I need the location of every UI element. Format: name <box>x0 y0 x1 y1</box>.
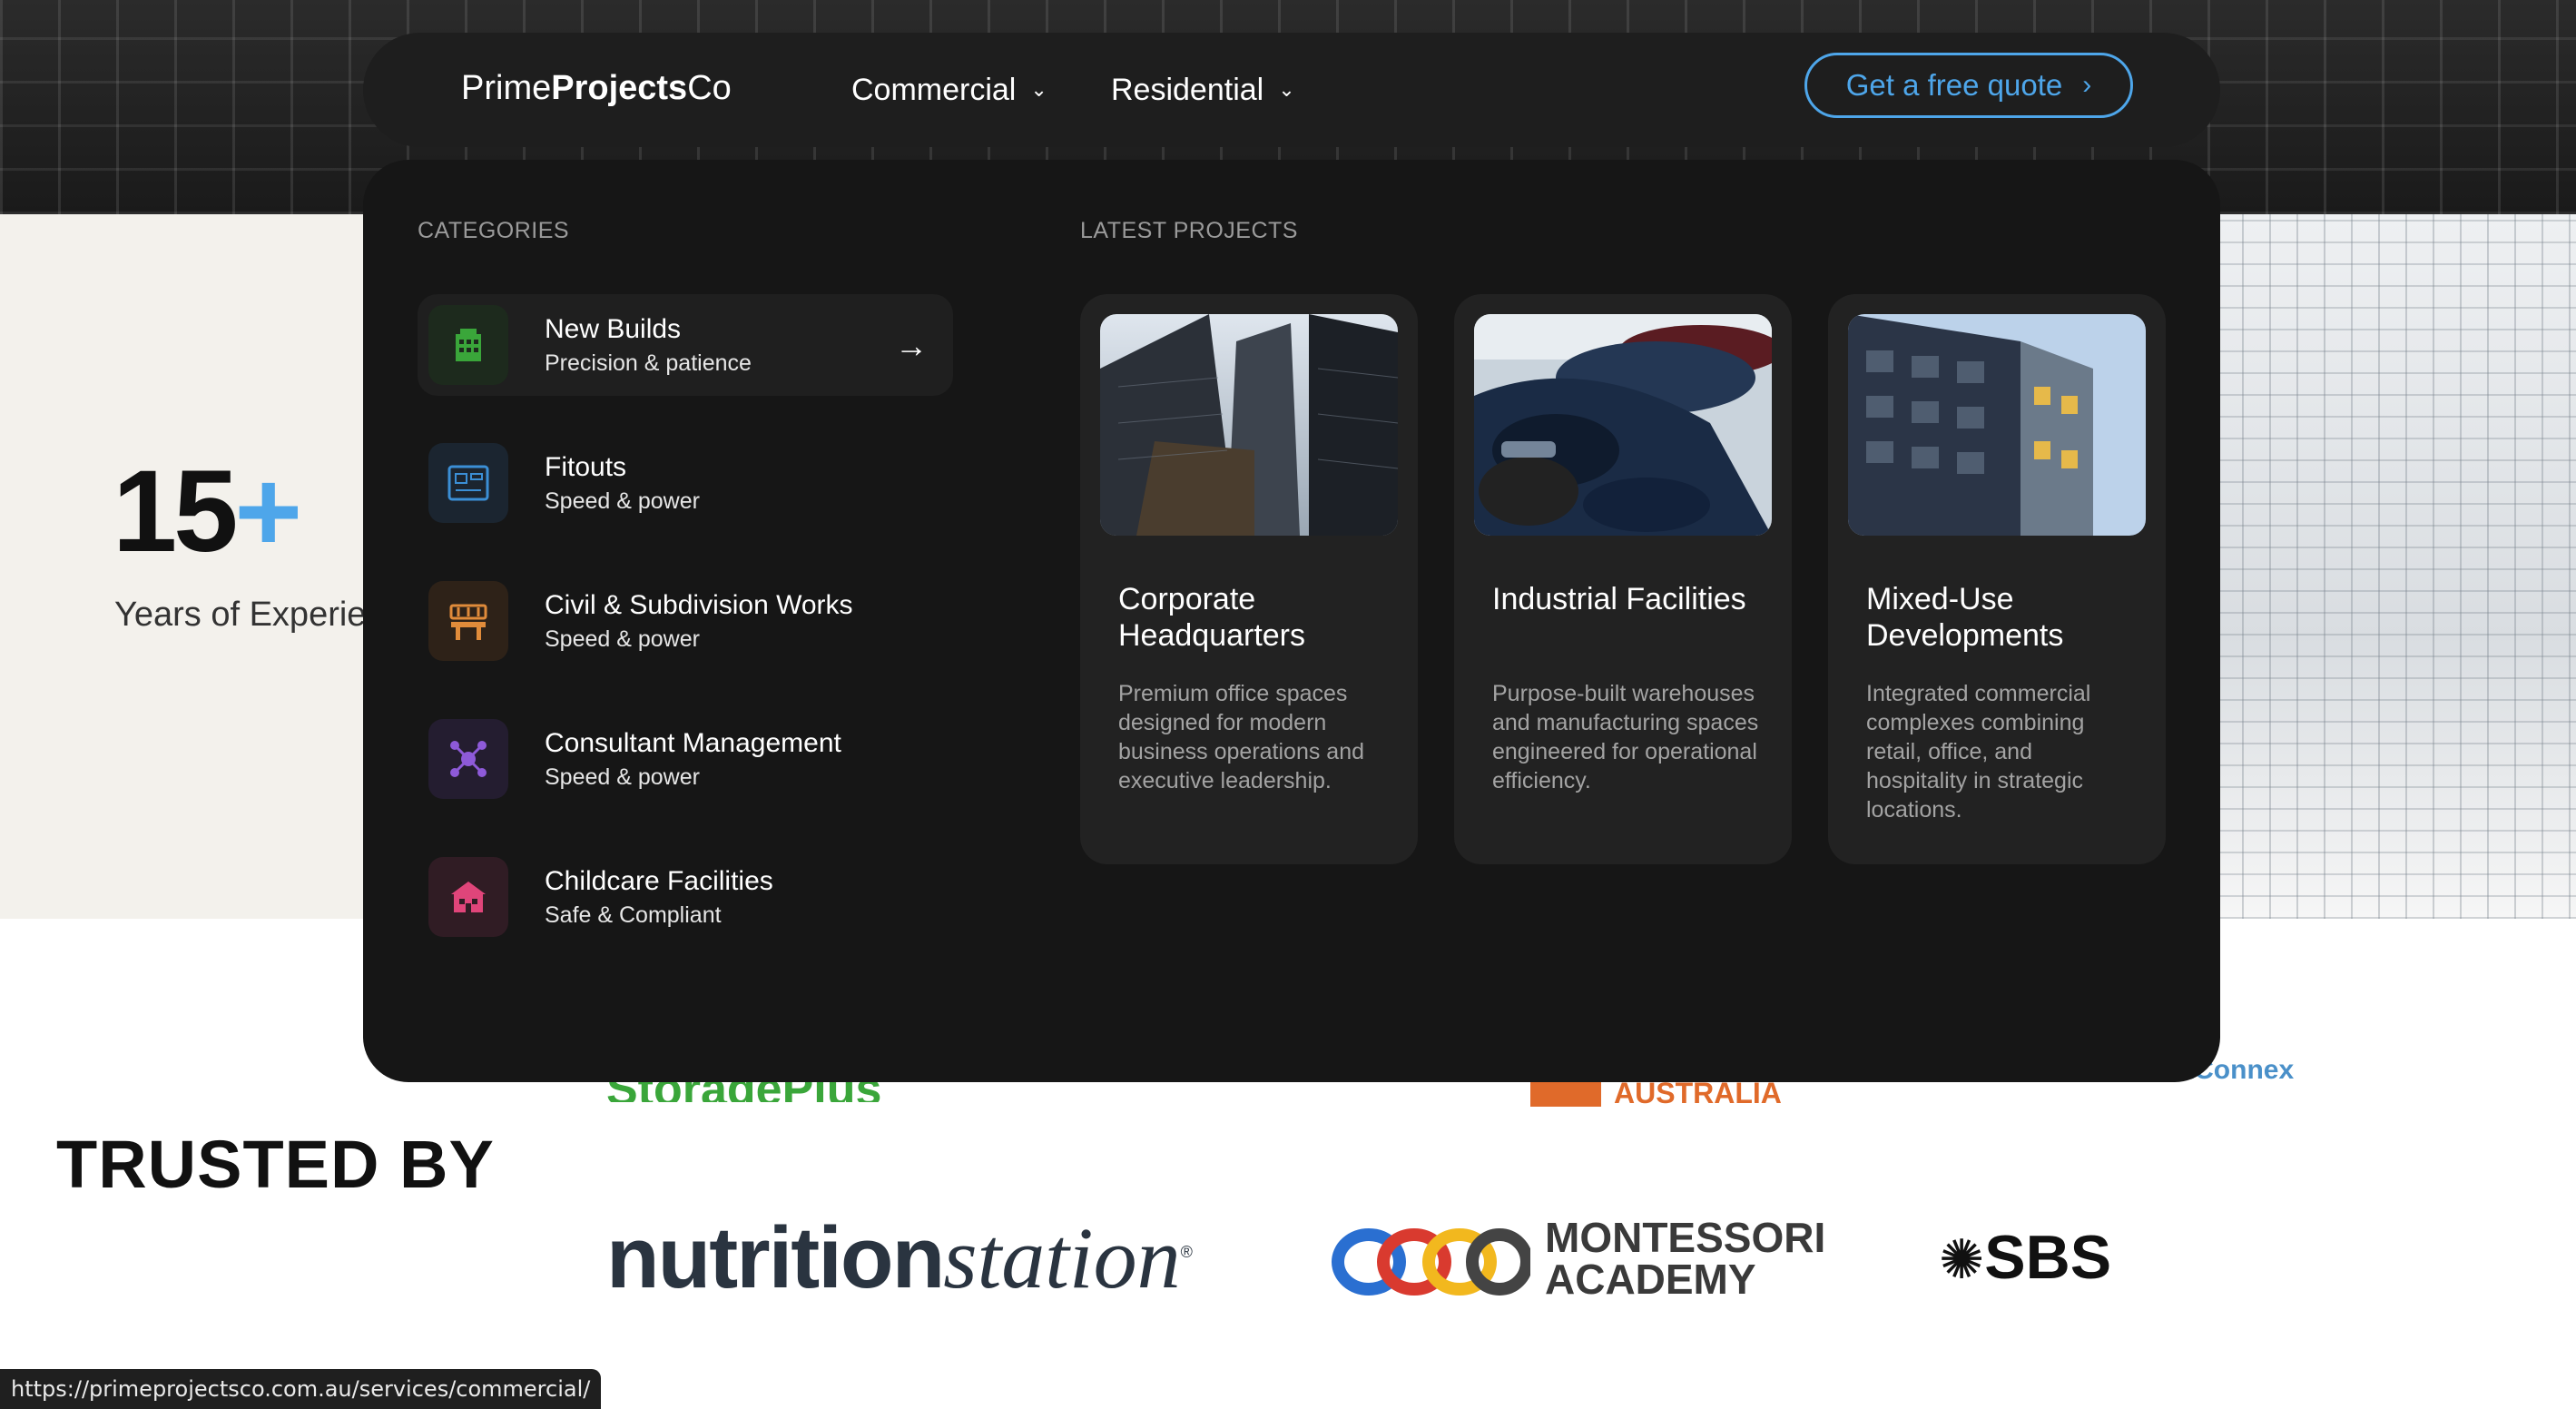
project-card-corporate[interactable]: Corporate Headquarters Premium office sp… <box>1080 294 1418 864</box>
category-new-builds[interactable]: New Builds Precision & patience → <box>418 294 953 396</box>
house-icon <box>428 857 508 937</box>
category-title: Childcare Facilities <box>545 866 773 896</box>
chevron-down-icon: ⌄ <box>1030 78 1047 101</box>
primeprojectsco-logo[interactable]: PrimeProjectsCo <box>461 69 732 108</box>
project-title: Industrial Facilities <box>1492 582 1746 616</box>
category-subtitle: Precision & patience <box>545 350 752 376</box>
trusted-by-heading: TRUSTED BY <box>56 1127 495 1202</box>
chevron-down-icon: ⌄ <box>1278 78 1295 101</box>
city-sketch-image <box>2215 214 2576 919</box>
arrow-right-icon: → <box>895 327 928 364</box>
category-title: New Builds <box>545 314 682 344</box>
building-icon <box>428 305 508 385</box>
chevron-right-icon: › <box>2082 70 2092 100</box>
category-childcare[interactable]: Childcare Facilities Safe & Compliant <box>418 846 953 948</box>
project-card-industrial[interactable]: Industrial Facilities Purpose-built ware… <box>1454 294 1792 864</box>
project-card-mixed-use[interactable]: Mixed-Use Developments Integrated commer… <box>1828 294 2166 864</box>
category-subtitle: Speed & power <box>545 488 700 514</box>
category-title: Fitouts <box>545 452 627 482</box>
years-stat: 15+ <box>113 447 302 576</box>
construction-barrier-icon <box>428 581 508 661</box>
blueprint-icon <box>428 443 508 523</box>
years-stat-caption: Years of Experience <box>114 596 367 634</box>
latest-projects-heading: LATEST PROJECTS <box>1080 218 1298 243</box>
category-subtitle: Speed & power <box>545 764 700 790</box>
project-description: Integrated commercial complexes combinin… <box>1866 681 2091 823</box>
category-subtitle: Speed & power <box>545 626 700 652</box>
category-subtitle: Safe & Compliant <box>545 902 722 928</box>
project-description: Premium office spaces designed for moder… <box>1118 681 1365 793</box>
skyscrapers-photo <box>1100 314 1398 536</box>
category-title: Consultant Management <box>545 728 841 758</box>
montessori-rings-icon <box>1332 1228 1533 1296</box>
link-hover-statusbar: https://primeprojectsco.com.au/services/… <box>0 1369 602 1409</box>
category-title: Civil & Subdivision Works <box>545 590 853 620</box>
get-quote-button[interactable]: Get a free quote › <box>1804 53 2133 118</box>
project-title: Mixed-Use Developments <box>1866 582 2064 653</box>
category-civil-subdivision[interactable]: Civil & Subdivision Works Speed & power <box>418 570 953 672</box>
montessori-academy-logo: MONTESSORI ACADEMY <box>1331 1217 1839 1307</box>
top-navbar: PrimeProjectsCo Commercial ⌄ Residential ⌄… <box>363 33 2220 147</box>
nutrition-station-logo: nutritionstation® <box>606 1209 1193 1306</box>
project-title: Corporate Headquarters <box>1118 582 1306 653</box>
category-consultant-management[interactable]: Consultant Management Speed & power <box>418 708 953 810</box>
category-fitouts[interactable]: Fitouts Speed & power <box>418 432 953 534</box>
nav-commercial[interactable]: Commercial ⌄ <box>851 73 1047 108</box>
categories-heading: CATEGORIES <box>418 218 570 243</box>
sbs-logo: ✺SBS <box>1939 1223 2112 1292</box>
network-icon <box>428 719 508 799</box>
commercial-mega-menu: CATEGORIES LATEST PROJECTS New Builds Pr… <box>363 160 2220 1082</box>
parked-cars-photo <box>1474 314 1772 536</box>
nav-residential[interactable]: Residential ⌄ <box>1111 73 1295 108</box>
project-description: Purpose-built warehouses and manufacturi… <box>1492 681 1759 793</box>
apartment-building-photo <box>1848 314 2146 536</box>
australia-logo: AUSTRALIA <box>1530 1077 1782 1113</box>
